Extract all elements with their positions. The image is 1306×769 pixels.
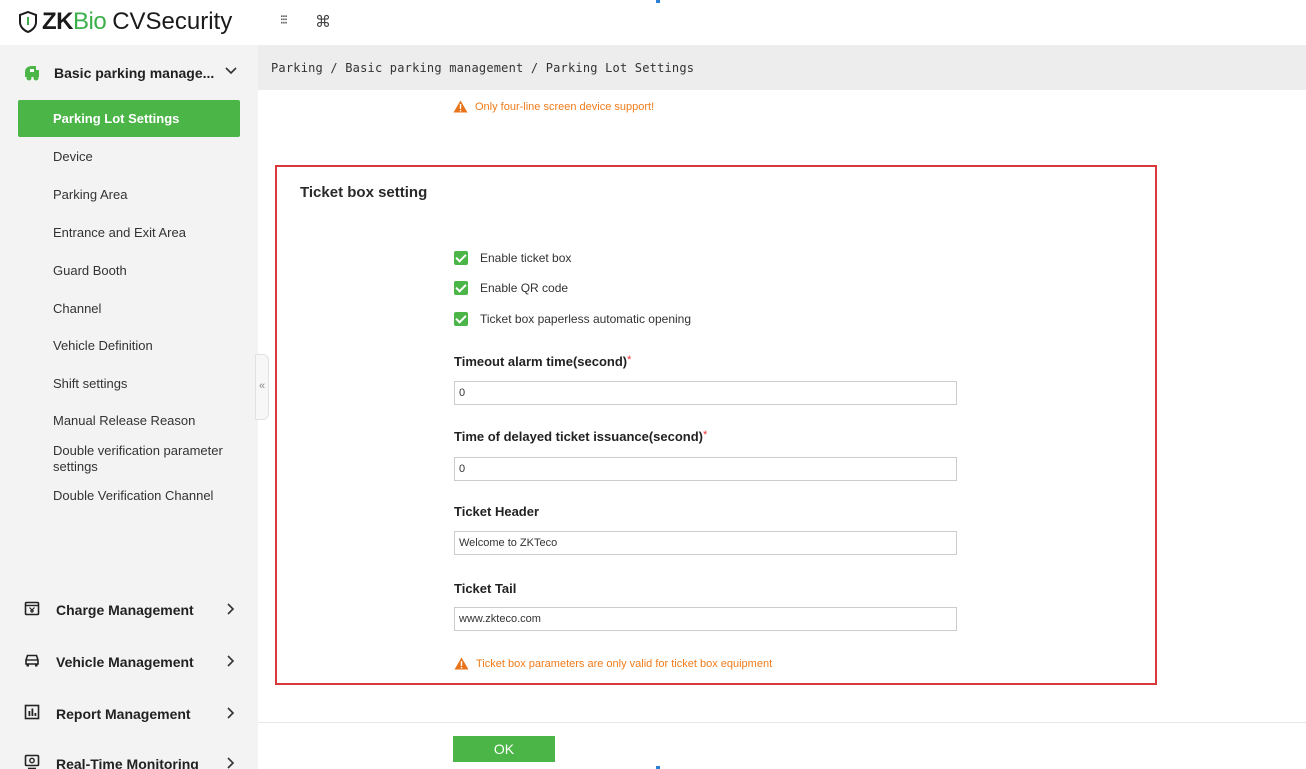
checkbox-checked-icon[interactable] [454, 251, 468, 265]
nav-group-label: Real-Time Monitoring [56, 756, 199, 769]
breadcrumb: Parking / Basic parking management / Par… [271, 61, 695, 75]
sidebar-item-entrance-exit-area[interactable]: Entrance and Exit Area [18, 225, 240, 241]
section-title: Ticket box setting [300, 184, 428, 201]
device-support-warning: Only four-line screen device support! [453, 100, 654, 113]
warning-text: Ticket box parameters are only valid for… [476, 657, 773, 670]
breadcrumb-bar: Parking / Basic parking management / Par… [258, 45, 1306, 90]
command-icon[interactable]: ⌘ [315, 12, 331, 32]
chevron-right-icon [227, 603, 235, 615]
sidebar-item-parking-lot-settings[interactable]: Parking Lot Settings [18, 100, 240, 137]
sidebar-item-shift-settings[interactable]: Shift settings [18, 376, 240, 392]
shield-logo-icon [19, 11, 37, 33]
warning-icon [454, 657, 469, 670]
sidebar-item-channel[interactable]: Channel [18, 301, 240, 317]
chevron-down-icon [225, 67, 237, 75]
delayed-issuance-input[interactable] [454, 457, 957, 481]
sidebar-item-device[interactable]: Device [18, 149, 240, 165]
required-marker: * [703, 429, 708, 441]
field-label-text: Timeout alarm time(second) [454, 354, 628, 369]
sidebar-item-double-verification-params[interactable]: Double verification parameter settings [18, 443, 240, 475]
sidebar-item-parking-area[interactable]: Parking Area [18, 187, 240, 203]
ok-button[interactable]: OK [453, 736, 555, 762]
chevron-right-icon [227, 707, 235, 719]
required-marker: * [627, 354, 632, 366]
top-bar: ZK Bio CVSecurity ⁝⁝⁝ ⌘ [0, 0, 1306, 45]
decorative-mark [656, 0, 660, 3]
nav-group-label: Vehicle Management [56, 654, 194, 670]
checkbox-checked-icon[interactable] [454, 281, 468, 295]
field-label-text: Time of delayed ticket issuance(second) [454, 429, 704, 444]
charge-icon [24, 601, 40, 616]
sidebar-collapse-handle[interactable]: « [255, 354, 269, 420]
nav-group-report-management[interactable]: Report Management [0, 698, 258, 728]
sidebar-item-manual-release-reason[interactable]: Manual Release Reason [18, 413, 240, 429]
sidebar: Basic parking manage... Parking Lot Sett… [0, 45, 258, 769]
monitor-icon [24, 754, 40, 769]
grid-menu-icon[interactable]: ⁝⁝⁝ [275, 12, 291, 32]
enable-qr-code-checkbox[interactable]: Enable QR code [454, 281, 568, 295]
nav-group-vehicle-management[interactable]: Vehicle Management [0, 646, 258, 676]
chevron-right-icon [227, 655, 235, 667]
ticket-tail-input[interactable] [454, 607, 957, 631]
app-logo[interactable]: ZK Bio CVSecurity [18, 7, 232, 37]
nav-group-label: Report Management [56, 706, 191, 722]
ticket-box-panel: Ticket box setting Enable ticket box Ena… [275, 165, 1157, 685]
paperless-auto-open-checkbox[interactable]: Ticket box paperless automatic opening [454, 312, 691, 326]
checkbox-label: Enable ticket box [480, 251, 572, 265]
checkbox-label: Enable QR code [480, 281, 569, 295]
ticket-box-warning: Ticket box parameters are only valid for… [454, 657, 772, 670]
footer-divider [258, 722, 1306, 723]
ticket-header-input[interactable] [454, 531, 957, 555]
warning-text: Only four-line screen device support! [475, 100, 655, 113]
brand-suffix: CVSecurity [112, 8, 233, 35]
checkbox-label: Ticket box paperless automatic opening [480, 312, 692, 326]
nav-group-label: Charge Management [56, 602, 194, 618]
enable-ticket-box-checkbox[interactable]: Enable ticket box [454, 251, 571, 265]
brand-bio: Bio [73, 8, 107, 35]
brand-prefix: ZK [42, 8, 74, 35]
chevron-right-icon [227, 757, 235, 769]
sidebar-item-vehicle-definition[interactable]: Vehicle Definition [18, 338, 240, 354]
report-icon [24, 704, 40, 720]
checkbox-checked-icon[interactable] [454, 312, 468, 326]
warning-icon [453, 100, 468, 113]
sidebar-item-guard-booth[interactable]: Guard Booth [18, 263, 240, 279]
delayed-issuance-label: Time of delayed ticket issuance(second)* [454, 429, 707, 444]
ticket-tail-label: Ticket Tail [454, 581, 517, 596]
nav-group-real-time-monitoring[interactable]: Real-Time Monitoring [0, 748, 258, 769]
sidebar-item-double-verification-channel[interactable]: Double Verification Channel [18, 488, 240, 504]
timeout-alarm-input[interactable] [454, 381, 957, 405]
module-label: Basic parking manage... [54, 65, 215, 81]
vehicle-icon [25, 654, 39, 667]
module-basic-parking[interactable]: Basic parking manage... [0, 57, 258, 89]
timeout-alarm-label: Timeout alarm time(second)* [454, 354, 631, 369]
parking-module-icon [25, 66, 39, 81]
ticket-header-label: Ticket Header [454, 504, 540, 519]
nav-group-charge-management[interactable]: Charge Management [0, 594, 258, 624]
